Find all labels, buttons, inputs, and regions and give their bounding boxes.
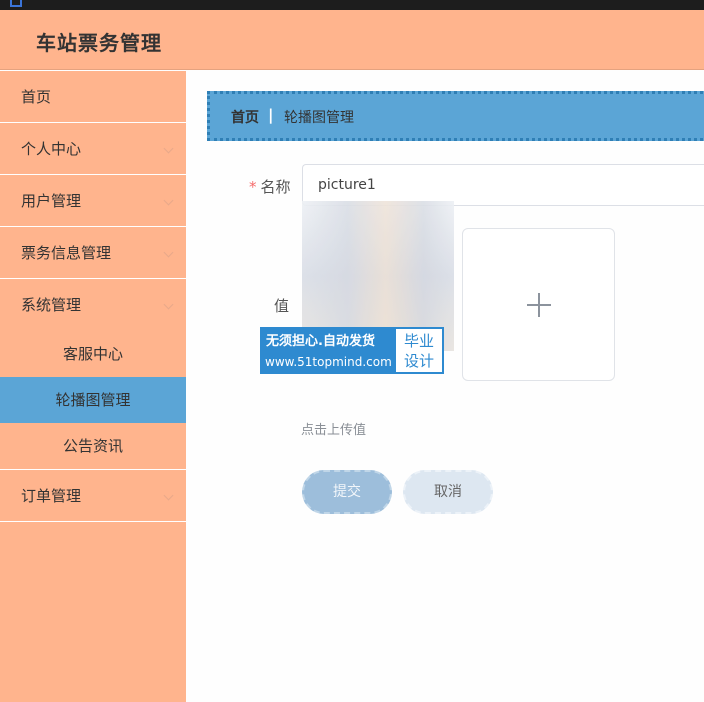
- watermark-badge: 毕业 设计: [396, 329, 442, 372]
- watermark-line1: 无须担心.自动发货: [266, 334, 375, 349]
- name-label: * 名称: [249, 176, 291, 197]
- sidebar-item-label: 系统管理: [21, 296, 82, 314]
- watermark-badge-line1: 毕业: [403, 332, 434, 350]
- sidebar-item-label: 个人中心: [21, 140, 82, 158]
- watermark-badge-line2: 设计: [403, 352, 434, 370]
- chevron-down-icon: [163, 195, 174, 206]
- sidebar-item-label: 订单管理: [21, 487, 82, 505]
- sidebar-item-home[interactable]: 首页: [0, 71, 186, 123]
- name-input[interactable]: [302, 164, 704, 206]
- chevron-down-icon: [163, 247, 174, 258]
- sidebar-item-personal-center[interactable]: 个人中心: [0, 123, 186, 175]
- sidebar: 首页 个人中心 用户管理 票务信息管理 系统管理 客服中心 轮播图管理 公告资讯…: [0, 71, 186, 702]
- sidebar-group-system: 系统管理 客服中心 轮播图管理 公告资讯: [0, 279, 186, 470]
- browser-top-strip: [0, 0, 704, 10]
- sidebar-subitem-customer-service[interactable]: 客服中心: [0, 331, 186, 377]
- sidebar-item-user-management[interactable]: 用户管理: [0, 175, 186, 227]
- image-upload-button[interactable]: [462, 228, 615, 381]
- sidebar-item-order-management[interactable]: 订单管理: [0, 470, 186, 522]
- sidebar-item-label: 票务信息管理: [21, 244, 112, 262]
- plus-icon-vertical: [538, 293, 540, 317]
- sidebar-subitem-carousel[interactable]: 轮播图管理: [0, 377, 186, 423]
- breadcrumb-current: 轮播图管理: [284, 110, 354, 126]
- value-label: 值: [274, 297, 290, 315]
- chevron-down-icon: [163, 490, 174, 501]
- chevron-down-icon: [163, 143, 174, 154]
- app-title: 车站票务管理: [36, 31, 162, 55]
- breadcrumb-home[interactable]: 首页: [231, 107, 259, 127]
- main-content: 首页 | 轮播图管理 *名称 值 无须担心.自动发货 www.51topmind…: [186, 71, 704, 702]
- upload-hint: 点击上传值: [301, 423, 367, 438]
- app-header: 车站票务管理: [0, 10, 704, 70]
- submit-button[interactable]: 提交: [302, 470, 392, 514]
- required-mark: *: [249, 178, 257, 196]
- breadcrumb-separator: |: [268, 106, 274, 124]
- watermark-banner: 无须担心.自动发货 www.51topmind.com 毕业 设计: [260, 327, 444, 374]
- cancel-button[interactable]: 取消: [403, 470, 493, 514]
- chevron-down-icon: [163, 299, 174, 310]
- sidebar-item-label: 用户管理: [21, 192, 82, 210]
- sidebar-item-ticket-info[interactable]: 票务信息管理: [0, 227, 186, 279]
- name-label-text: 名称: [260, 178, 291, 196]
- breadcrumb: 首页 | 轮播图管理: [207, 91, 704, 141]
- sidebar-subitem-announcements[interactable]: 公告资讯: [0, 423, 186, 469]
- watermark-line2: www.51topmind.com: [265, 355, 392, 369]
- browser-tab-icon: [10, 0, 22, 7]
- sidebar-item-system-management[interactable]: 系统管理: [0, 279, 186, 331]
- sidebar-item-label: 首页: [21, 88, 52, 106]
